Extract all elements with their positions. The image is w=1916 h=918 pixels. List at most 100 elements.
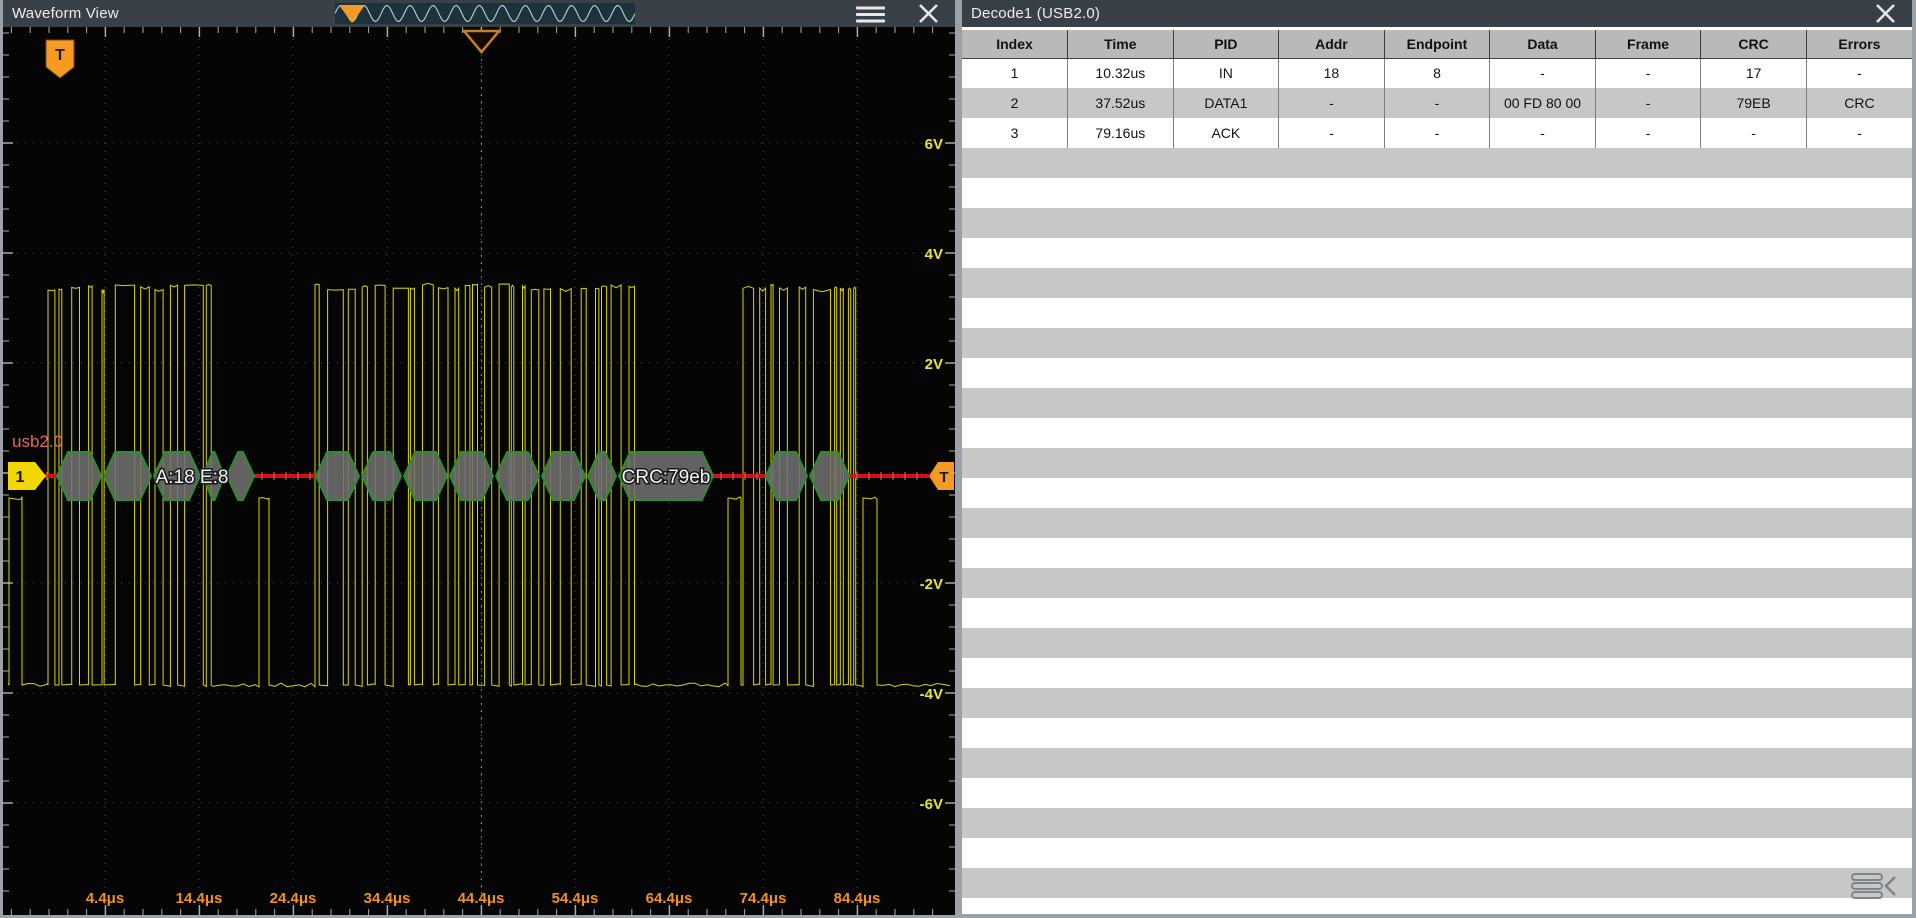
empty-stripe-row <box>962 748 1912 778</box>
table-cell[interactable]: - <box>1278 88 1385 118</box>
trigger-source-letter: T <box>55 47 65 64</box>
decoded-packet-hex[interactable] <box>765 451 808 501</box>
table-cell[interactable]: - <box>1700 118 1807 148</box>
collapse-table-icon[interactable] <box>1850 872 1900 900</box>
table-cell[interactable]: DATA1 <box>1173 88 1280 118</box>
empty-stripe-row <box>962 658 1912 688</box>
time-tick-label: 34.4μs <box>364 890 411 907</box>
table-cell[interactable]: CRC <box>1806 88 1912 118</box>
close-icon[interactable] <box>917 2 941 25</box>
column-header[interactable]: PID <box>1173 30 1280 59</box>
channel-1-label: 1 <box>16 469 25 486</box>
time-tick-label: 74.4μs <box>740 890 787 907</box>
table-cell[interactable]: 8 <box>1384 58 1491 88</box>
decode-results-area: Index Time PID Addr Endpoint Data Frame CRC Erro… <box>962 27 1912 914</box>
column-header[interactable]: Index <box>962 30 1069 59</box>
table-cell[interactable]: ACK <box>1173 118 1280 148</box>
voltage-tick-label: -6V <box>920 796 943 813</box>
voltage-tick-label: -4V <box>920 686 943 703</box>
empty-stripe-row <box>962 898 1912 914</box>
signal-overview-thumbnail[interactable] <box>334 3 636 24</box>
table-cell[interactable]: - <box>1384 118 1491 148</box>
decoded-packet-hex[interactable] <box>541 451 586 501</box>
time-tick-label: 44.4μs <box>458 890 505 907</box>
time-tick-label: 64.4μs <box>646 890 693 907</box>
table-cell[interactable]: - <box>1489 58 1596 88</box>
table-cell[interactable]: 00 FD 80 00 <box>1489 88 1596 118</box>
decoded-packet-hex[interactable] <box>495 451 540 501</box>
table-cell[interactable]: 17 <box>1700 58 1807 88</box>
table-cell[interactable]: 2 <box>962 88 1069 118</box>
table-cell[interactable]: - <box>1278 118 1385 148</box>
empty-stripe-row <box>962 358 1912 388</box>
empty-stripe-row <box>962 478 1912 508</box>
column-header[interactable]: Frame <box>1595 30 1702 59</box>
empty-stripe-row <box>962 778 1912 808</box>
overview-trigger-marker-icon[interactable] <box>339 5 365 23</box>
decoded-packet-hex[interactable] <box>315 451 360 501</box>
waveform-titlebar: Waveform View <box>3 0 955 27</box>
column-header[interactable]: Addr <box>1278 30 1385 59</box>
decoded-packet-hex[interactable] <box>587 451 617 501</box>
empty-stripe-row <box>962 238 1912 268</box>
empty-stripe-row <box>962 598 1912 628</box>
table-cell[interactable]: 3 <box>962 118 1069 148</box>
empty-stripe-row <box>962 148 1912 178</box>
overview-sine-icon <box>334 4 636 23</box>
decoded-field-label: CRC:79eb <box>622 467 711 488</box>
empty-stripe-row <box>962 808 1912 838</box>
trigger-position-marker[interactable] <box>461 29 502 54</box>
voltage-tick-label: 4V <box>925 246 943 263</box>
table-cell[interactable]: - <box>1806 118 1912 148</box>
channel-1-badge[interactable] <box>8 462 46 490</box>
table-cell[interactable]: 79EB <box>1700 88 1807 118</box>
decode-titlebar: Decode1 (USB2.0) <box>962 0 1912 27</box>
column-header[interactable]: Errors <box>1806 30 1912 59</box>
menu-icon[interactable] <box>855 4 887 24</box>
bus-name-label[interactable]: usb2.0 <box>12 432 63 451</box>
column-header[interactable]: Endpoint <box>1384 30 1491 59</box>
empty-stripe-row <box>962 838 1912 868</box>
table-cell[interactable]: 18 <box>1278 58 1385 88</box>
decode-empty-rows <box>962 148 1912 914</box>
empty-stripe-row <box>962 418 1912 448</box>
decode-table: Index Time PID Addr Endpoint Data Frame CRC Erro… <box>962 30 1912 148</box>
decoded-packet-hex[interactable] <box>449 451 494 501</box>
time-tick-label: 54.4μs <box>552 890 599 907</box>
time-tick-label: 24.4μs <box>270 890 317 907</box>
column-header[interactable]: Time <box>1067 30 1174 59</box>
empty-stripe-row <box>962 868 1912 898</box>
table-cell[interactable]: - <box>1595 118 1702 148</box>
table-cell[interactable]: IN <box>1173 58 1280 88</box>
time-tick-label: 84.4μs <box>834 890 881 907</box>
table-row[interactable]: 3 79.16us ACK - - - - - - <box>962 118 1912 148</box>
voltage-tick-label: 6V <box>925 136 943 153</box>
empty-stripe-row <box>962 688 1912 718</box>
voltage-tick-label: 2V <box>925 356 943 373</box>
voltage-tick-label: -2V <box>920 576 943 593</box>
table-cell[interactable]: 79.16us <box>1067 118 1174 148</box>
table-cell[interactable]: - <box>1595 58 1702 88</box>
trigger-level-letter: T <box>939 469 948 486</box>
table-cell[interactable]: - <box>1806 58 1912 88</box>
close-icon[interactable] <box>1874 2 1898 25</box>
decoded-packet-hex[interactable] <box>226 451 255 501</box>
table-row[interactable]: 2 37.52us DATA1- -00 FD 80 00-79EB CRC <box>962 88 1912 118</box>
column-header[interactable]: CRC <box>1700 30 1807 59</box>
waveform-window: Waveform View A:18 E:8 CRC:79eb usb2.0 1 T T 6… <box>0 0 958 918</box>
decode-window: Decode1 (USB2.0) Index Time PID Addr Endpoin… <box>958 0 1916 918</box>
column-header[interactable]: Data <box>1489 30 1596 59</box>
decoded-packet-hex[interactable] <box>56 451 102 501</box>
table-cell[interactable]: - <box>1489 118 1596 148</box>
decoded-packet-hex[interactable] <box>103 451 152 501</box>
empty-stripe-row <box>962 628 1912 658</box>
table-cell[interactable]: - <box>1384 88 1491 118</box>
table-cell[interactable]: - <box>1595 88 1702 118</box>
table-cell[interactable]: 1 <box>962 58 1069 88</box>
table-cell[interactable]: 37.52us <box>1067 88 1174 118</box>
waveform-plot-area[interactable]: A:18 E:8 CRC:79eb usb2.0 1 T T 6V 4V 2V -2V -4V -6V… <box>3 27 955 915</box>
table-cell[interactable]: 10.32us <box>1067 58 1174 88</box>
empty-stripe-row <box>962 178 1912 208</box>
decode-bus-line <box>254 474 316 478</box>
table-row[interactable]: 1 10.32us IN 18 8- -17- <box>962 58 1912 88</box>
